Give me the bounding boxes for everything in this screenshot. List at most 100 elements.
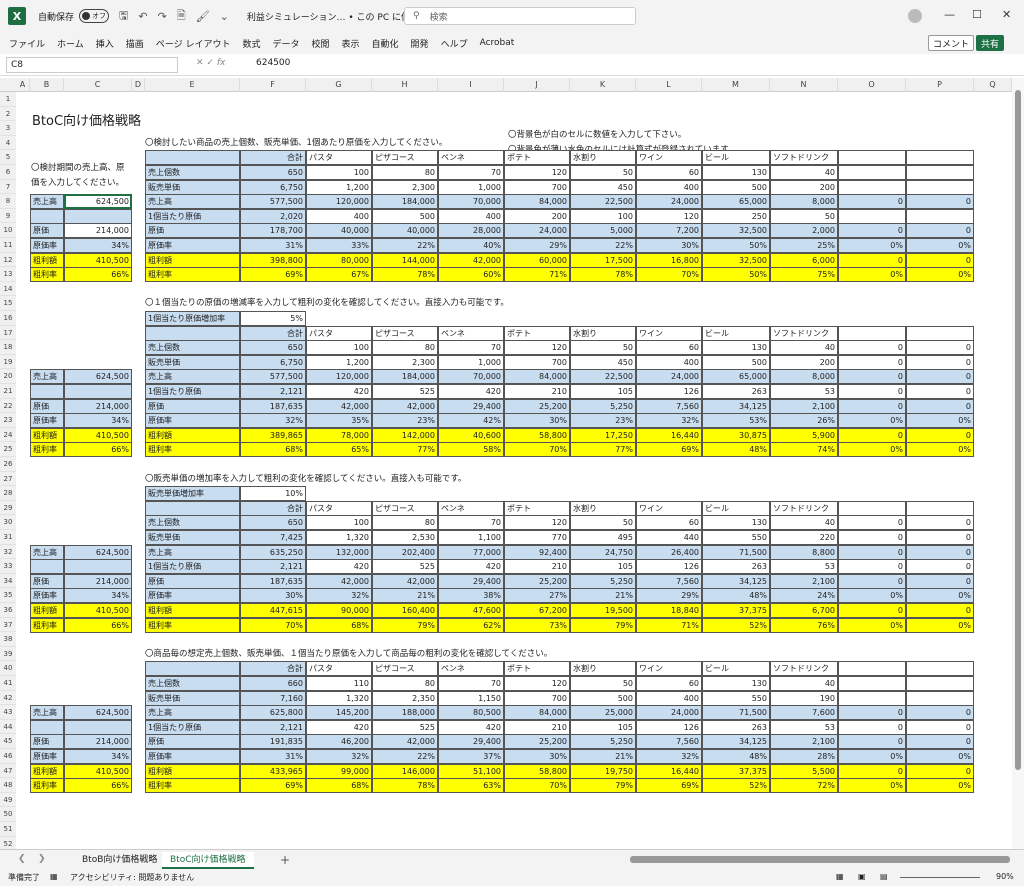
data-cell[interactable]: 200 xyxy=(770,179,838,195)
data-cell[interactable]: 202,400 xyxy=(372,544,438,560)
left-label[interactable]: 売上高 xyxy=(30,369,64,385)
data-cell[interactable]: 24,000 xyxy=(636,705,702,721)
data-cell[interactable]: 31% xyxy=(240,749,306,764)
data-cell[interactable]: 8,000 xyxy=(770,369,838,385)
left-value[interactable]: 410,500 xyxy=(64,252,132,268)
data-cell[interactable]: 78% xyxy=(570,267,636,283)
ribbon-tab[interactable]: 挿入 xyxy=(96,37,114,50)
scroll-thumb[interactable] xyxy=(1015,90,1021,770)
row-header[interactable]: 34 xyxy=(0,573,16,589)
left-value[interactable]: 214,000 xyxy=(64,223,132,239)
share-button[interactable]: 共有 xyxy=(976,35,1005,51)
data-cell[interactable]: 100 xyxy=(306,515,372,531)
data-cell[interactable]: 1,000 xyxy=(438,354,504,370)
data-cell[interactable]: 67,200 xyxy=(504,603,570,618)
header-blank[interactable] xyxy=(906,325,974,341)
ribbon-tab[interactable]: 描画 xyxy=(126,37,144,50)
product-header[interactable]: ビール xyxy=(702,325,770,341)
data-cell[interactable]: 16,440 xyxy=(636,763,702,779)
data-cell[interactable]: 71% xyxy=(504,267,570,283)
data-cell[interactable]: 0 xyxy=(906,603,974,618)
data-cell[interactable]: 32,500 xyxy=(702,252,770,268)
customize-qat-icon[interactable]: ⌄ xyxy=(220,10,229,23)
data-cell[interactable]: 76% xyxy=(770,617,838,633)
left-label[interactable]: 原価 xyxy=(30,734,64,750)
data-cell[interactable]: 99,000 xyxy=(306,763,372,779)
data-cell[interactable]: 50 xyxy=(570,676,636,691)
row-header[interactable]: 40 xyxy=(0,661,16,676)
data-cell[interactable]: 42,000 xyxy=(372,573,438,589)
data-cell[interactable]: 50 xyxy=(570,515,636,531)
data-cell[interactable]: 92,400 xyxy=(504,544,570,560)
data-cell[interactable]: 90,000 xyxy=(306,603,372,618)
data-cell[interactable]: 37,375 xyxy=(702,763,770,779)
data-cell[interactable]: 210 xyxy=(504,384,570,399)
comment-button[interactable]: コメント xyxy=(928,35,975,51)
data-cell[interactable]: 210 xyxy=(504,719,570,735)
data-cell[interactable]: 1,000 xyxy=(438,179,504,195)
data-cell[interactable]: 100 xyxy=(306,340,372,356)
data-cell[interactable]: 0% xyxy=(838,617,906,633)
data-cell[interactable]: 120,000 xyxy=(306,369,372,385)
left-value[interactable]: 66% xyxy=(64,442,132,458)
data-cell[interactable]: 650 xyxy=(240,340,306,356)
data-cell[interactable]: 2,350 xyxy=(372,690,438,706)
data-cell[interactable]: 40,000 xyxy=(306,223,372,239)
column-header[interactable]: B xyxy=(30,78,64,92)
data-cell[interactable]: 34,125 xyxy=(702,734,770,750)
data-cell[interactable]: 32% xyxy=(240,413,306,429)
format-painter-icon[interactable]: 🖌 xyxy=(196,10,210,23)
data-cell[interactable]: 79% xyxy=(372,617,438,633)
data-cell[interactable]: 22% xyxy=(372,749,438,764)
column-header[interactable]: E xyxy=(145,78,240,92)
data-cell[interactable]: 68% xyxy=(306,617,372,633)
data-cell[interactable]: 7,160 xyxy=(240,690,306,706)
left-value[interactable]: 66% xyxy=(64,778,132,794)
data-cell[interactable]: 70,000 xyxy=(438,194,504,210)
product-header[interactable]: ポテト xyxy=(504,325,570,341)
data-cell[interactable]: 50 xyxy=(570,165,636,180)
fx-icon[interactable]: ✕ ✓ fx xyxy=(196,58,225,68)
data-cell[interactable]: 25,200 xyxy=(504,398,570,414)
data-cell[interactable]: 19,500 xyxy=(570,603,636,618)
data-cell[interactable]: 0% xyxy=(838,588,906,604)
data-cell[interactable]: 105 xyxy=(570,719,636,735)
data-cell[interactable]: 71% xyxy=(636,617,702,633)
data-cell[interactable]: 700 xyxy=(504,354,570,370)
data-cell[interactable]: 132,000 xyxy=(306,544,372,560)
data-cell[interactable]: 2,530 xyxy=(372,530,438,545)
data-cell[interactable]: 0% xyxy=(838,267,906,283)
vertical-scrollbar[interactable] xyxy=(1012,78,1024,849)
data-cell[interactable]: 37% xyxy=(438,749,504,764)
data-cell[interactable]: 120 xyxy=(504,676,570,691)
data-cell[interactable]: 71,500 xyxy=(702,705,770,721)
data-cell[interactable]: 48% xyxy=(702,442,770,458)
row-header[interactable]: 46 xyxy=(0,749,16,764)
row-label[interactable]: 売上個数 xyxy=(145,676,240,691)
left-label[interactable]: 原価率 xyxy=(30,413,64,429)
data-cell[interactable]: 0% xyxy=(906,267,974,283)
row-label[interactable]: 販売単価 xyxy=(145,354,240,370)
row-header[interactable]: 32 xyxy=(0,544,16,560)
data-cell[interactable]: 120 xyxy=(504,340,570,356)
row-header[interactable]: 11 xyxy=(0,238,16,253)
data-cell[interactable]: 0 xyxy=(838,573,906,589)
data-cell[interactable]: 420 xyxy=(306,719,372,735)
row-header[interactable]: 1 xyxy=(0,92,16,107)
data-cell[interactable]: 60,000 xyxy=(504,252,570,268)
data-cell[interactable]: 21% xyxy=(570,588,636,604)
row-label[interactable]: 原価率 xyxy=(145,238,240,253)
data-cell[interactable]: 120 xyxy=(504,165,570,180)
row-label[interactable]: 原価 xyxy=(145,573,240,589)
data-cell[interactable]: 6,700 xyxy=(770,603,838,618)
row-header[interactable]: 19 xyxy=(0,354,16,370)
data-cell[interactable]: 0 xyxy=(838,384,906,399)
data-cell[interactable]: 0% xyxy=(838,413,906,429)
product-header[interactable]: パスタ xyxy=(306,500,372,516)
row-header[interactable]: 5 xyxy=(0,150,16,165)
row-header[interactable]: 29 xyxy=(0,500,16,516)
data-cell[interactable]: 7,560 xyxy=(636,734,702,750)
column-header[interactable]: G xyxy=(306,78,372,92)
data-cell[interactable]: 35% xyxy=(306,413,372,429)
row-label[interactable]: 売上個数 xyxy=(145,515,240,531)
